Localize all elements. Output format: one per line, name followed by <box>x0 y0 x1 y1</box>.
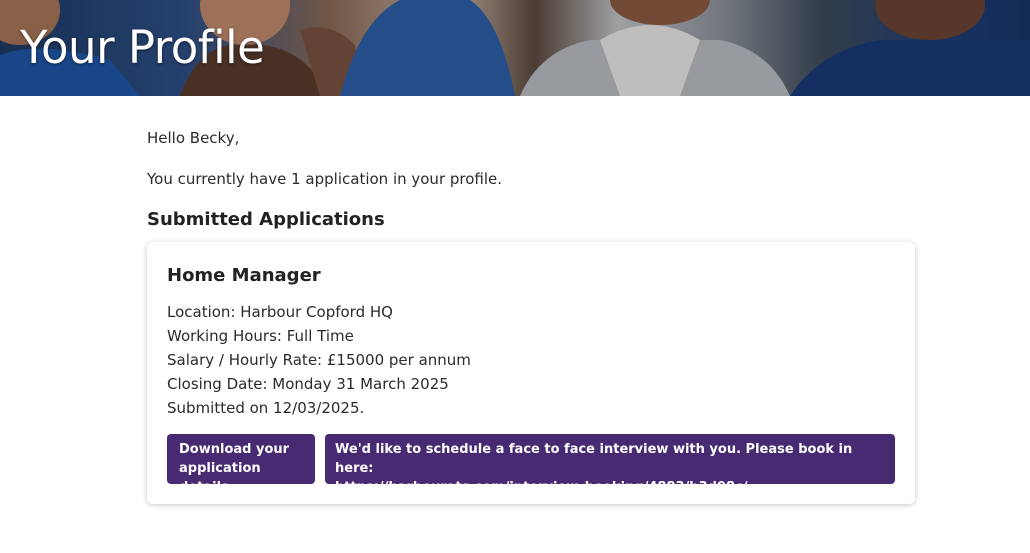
application-job-title: Home Manager <box>167 265 321 286</box>
page-title: Your Profile <box>20 21 265 74</box>
interview-message: We'd like to schedule a face to face int… <box>335 442 853 476</box>
application-salary: Salary / Hourly Rate: £15000 per annum <box>167 351 471 369</box>
submitted-applications-heading: Submitted Applications <box>147 209 385 230</box>
application-working-hours: Working Hours: Full Time <box>167 327 354 345</box>
application-submitted-date: Submitted on 12/03/2025. <box>167 399 365 417</box>
application-card: Home Manager Location: Harbour Copford H… <box>147 242 915 504</box>
interview-booking-link[interactable]: https://harbourats.com/interview_booking… <box>335 478 885 497</box>
application-details: Location: Harbour Copford HQ Working Hou… <box>167 300 471 420</box>
interview-booking-button[interactable]: We'd like to schedule a face to face int… <box>325 434 895 495</box>
application-count-text: You currently have 1 application in your… <box>147 170 503 188</box>
application-closing-date: Closing Date: Monday 31 March 2025 <box>167 375 449 393</box>
greeting-text: Hello Becky, <box>147 129 240 147</box>
download-application-button[interactable]: Download your application details <box>167 434 315 495</box>
profile-banner: Your Profile <box>0 0 1030 96</box>
application-location: Location: Harbour Copford HQ <box>167 303 393 321</box>
